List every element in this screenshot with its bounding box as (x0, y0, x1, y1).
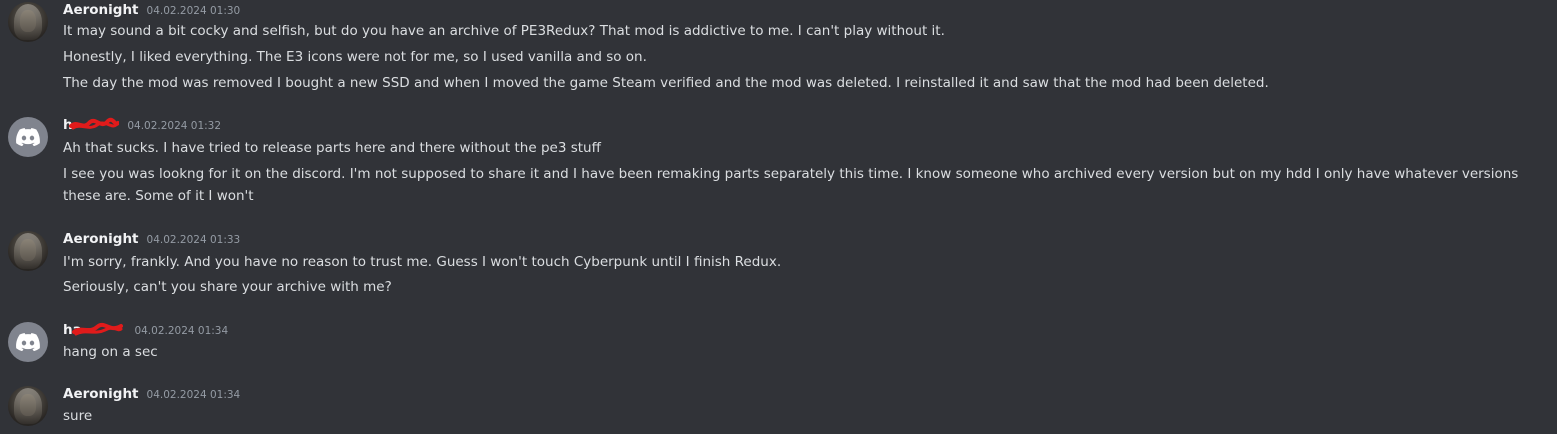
discord-logo-icon (16, 128, 40, 146)
redaction-scribble (72, 322, 123, 336)
avatar-face (20, 394, 36, 416)
message-header: h 04.02.2024 01:32 (63, 117, 221, 133)
discord-avatar[interactable] (8, 322, 48, 362)
discord-avatar[interactable] (8, 117, 48, 157)
author-name[interactable]: Aeronight (63, 386, 139, 402)
discord-logo-icon (16, 333, 40, 351)
message-header: ha 04.02.2024 01:34 (63, 322, 228, 338)
author-name-redacted[interactable]: ha (63, 322, 126, 338)
timestamp[interactable]: 04.02.2024 01:32 (127, 120, 221, 132)
timestamp[interactable]: 04.02.2024 01:30 (147, 5, 241, 17)
message-text: hang on a sec (63, 344, 158, 360)
user-avatar[interactable] (8, 231, 48, 271)
author-name-redacted[interactable]: h (63, 117, 119, 133)
message-text: The day the mod was removed I bought a n… (63, 75, 1269, 91)
message-text: Ah that sucks. I have tried to release p… (63, 140, 601, 156)
user-avatar[interactable] (8, 386, 48, 426)
timestamp[interactable]: 04.02.2024 01:34 (147, 389, 241, 401)
user-avatar[interactable] (8, 2, 48, 42)
message-header: Aeronight 04.02.2024 01:34 (63, 386, 240, 402)
author-name[interactable]: Aeronight (63, 231, 139, 247)
timestamp[interactable]: 04.02.2024 01:33 (147, 234, 241, 246)
message-text: Seriously, can't you share your archive … (63, 279, 392, 295)
message-text: It may sound a bit cocky and selfish, bu… (63, 23, 945, 39)
message-header: Aeronight 04.02.2024 01:30 (63, 2, 240, 18)
message-text: I see you was lookng for it on the disco… (63, 166, 1519, 204)
message-text: Honestly, I liked everything. The E3 ico… (63, 49, 647, 65)
message-header: Aeronight 04.02.2024 01:33 (63, 231, 240, 247)
timestamp[interactable]: 04.02.2024 01:34 (134, 325, 228, 337)
message-text: I'm sorry, frankly. And you have no reas… (63, 254, 782, 270)
author-name[interactable]: Aeronight (63, 2, 139, 18)
message-text: sure (63, 408, 93, 424)
avatar-face (20, 10, 36, 32)
redaction-scribble (69, 117, 119, 130)
avatar-face (20, 239, 36, 261)
